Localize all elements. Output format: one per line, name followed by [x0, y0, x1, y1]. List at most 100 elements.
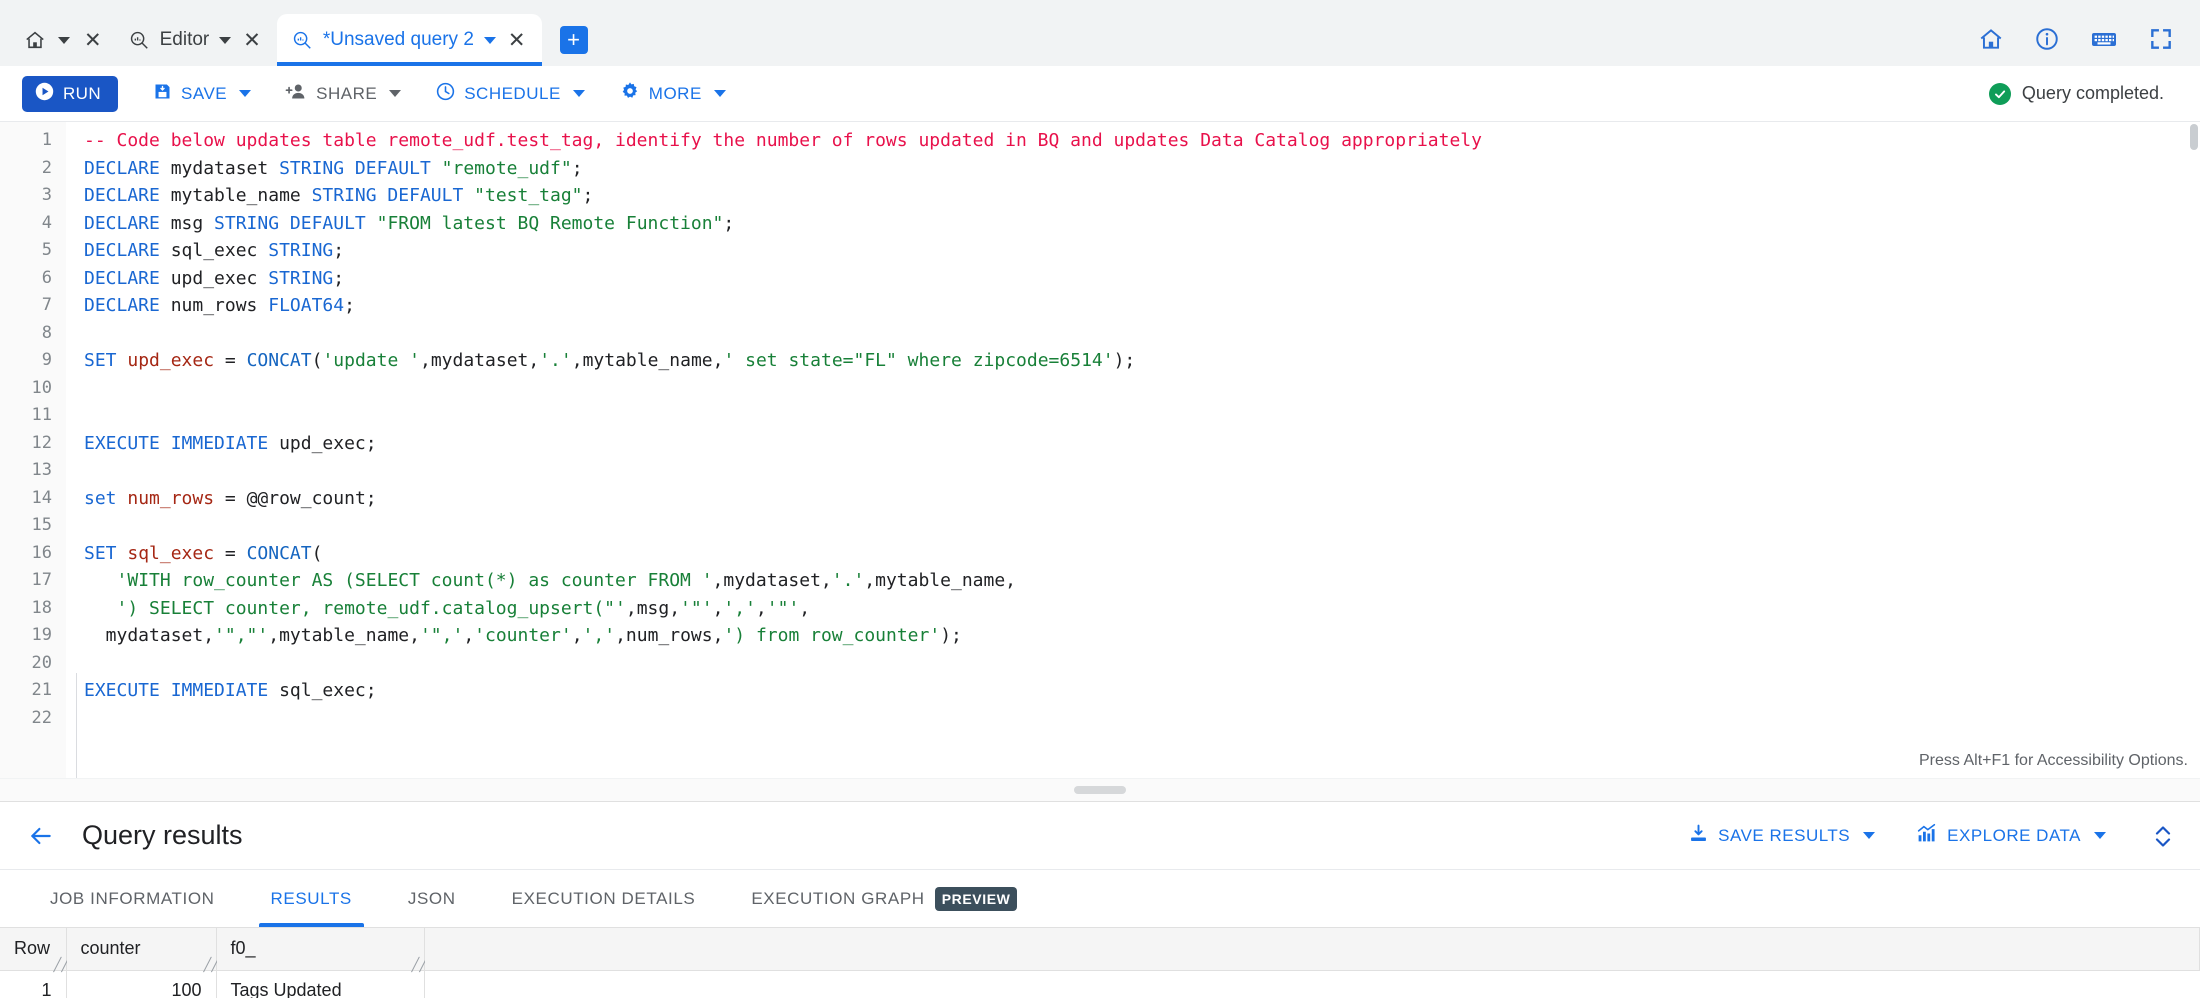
results-header: Query results SAVE RESULTS EXPLORE DATA — [0, 802, 2200, 870]
schedule-caret-icon[interactable] — [572, 90, 585, 97]
tab-results[interactable]: RESULTS — [243, 870, 380, 927]
table-header-row: Row ╱╱ counter ╱╱ f0_ ╱╱ — [0, 928, 2200, 971]
new-tab-button[interactable]: + — [559, 26, 588, 54]
code-line[interactable]: 4 DECLARE msg STRING DEFAULT "FROM latest… — [0, 210, 2200, 238]
save-results-button[interactable]: SAVE RESULTS — [1688, 823, 1876, 849]
tab-home-close[interactable]: ✕ — [82, 30, 104, 51]
table-row[interactable]: 1 100 Tags Updated — [0, 970, 2200, 998]
code-line[interactable]: 6 DECLARE upd_exec STRING; — [0, 265, 2200, 293]
resize-grip[interactable] — [1074, 786, 1126, 794]
line-number: 3 — [41, 185, 52, 205]
more-button[interactable]: MORE — [619, 80, 726, 107]
more-button-label: MORE — [648, 83, 702, 103]
more-caret-icon[interactable] — [713, 90, 726, 97]
column-header-blank[interactable] — [424, 928, 2200, 971]
expand-collapse-icon[interactable] — [2152, 821, 2174, 851]
code-line[interactable]: 11 — [0, 402, 2200, 430]
tab-home[interactable]: ✕ — [14, 14, 114, 66]
tab-unsaved-query-2-close[interactable]: ✕ — [506, 30, 528, 51]
code-line[interactable]: 14 set num_rows = @@row_count; — [0, 485, 2200, 513]
save-button[interactable]: SAVE — [152, 81, 252, 107]
tab-editor-caret[interactable] — [219, 36, 232, 44]
code-line[interactable]: 17 'WITH row_counter AS (SELECT count(*)… — [0, 567, 2200, 595]
line-number: 17 — [31, 570, 52, 590]
column-header-f0-[interactable]: f0_ ╱╱ — [216, 928, 428, 971]
line-number: 10 — [31, 377, 52, 398]
code-line[interactable]: 15 — [0, 512, 2200, 540]
code-line[interactable]: 8 — [0, 320, 2200, 348]
code-line-text: SET sql_exec = CONCAT( — [84, 542, 323, 564]
tab-execution-details[interactable]: EXECUTION DETAILS — [484, 870, 724, 927]
explore-data-button[interactable]: EXPLORE DATA — [1915, 823, 2106, 849]
code-line[interactable]: 20 — [0, 650, 2200, 678]
tab-home-caret[interactable] — [58, 36, 70, 44]
column-header-counter[interactable]: counter ╱╱ — [66, 928, 220, 971]
code-line[interactable]: 3 DECLARE mytable_name STRING DEFAULT "te… — [0, 182, 2200, 210]
tab-unsaved-query-2-label: *Unsaved query 2 — [322, 29, 474, 50]
code-line[interactable]: 18 ') SELECT counter, remote_udf.catalog… — [0, 595, 2200, 623]
info-icon[interactable] — [2034, 26, 2060, 52]
code-line-text: DECLARE msg STRING DEFAULT "FROM latest … — [84, 212, 735, 234]
code-line[interactable]: 13 — [0, 457, 2200, 485]
column-resize-handle[interactable]: ╱╱ — [54, 958, 70, 971]
code-line-text: EXECUTE IMMEDIATE upd_exec; — [84, 432, 377, 454]
code-line[interactable]: 7 DECLARE num_rows FLOAT64; — [0, 292, 2200, 320]
code-line[interactable]: 9 SET upd_exec = CONCAT('update ',mydatas… — [0, 347, 2200, 375]
tab-unsaved-query-2[interactable]: *Unsaved query 2 ✕ — [276, 14, 542, 66]
query-status: Query completed. — [1988, 82, 2178, 105]
home-icon[interactable] — [1978, 26, 2004, 52]
run-button[interactable]: RUN — [22, 75, 119, 112]
panel-resize-divider[interactable] — [0, 778, 2200, 802]
save-results-caret-icon[interactable] — [1863, 832, 1876, 839]
tab-job-information[interactable]: JOB INFORMATION — [22, 870, 243, 927]
home-icon — [24, 29, 46, 51]
save-caret-icon[interactable] — [239, 90, 252, 97]
column-header-row[interactable]: Row ╱╱ — [0, 928, 70, 971]
code-line[interactable]: 16 SET sql_exec = CONCAT( — [0, 540, 2200, 568]
tab-json[interactable]: JSON — [380, 870, 484, 927]
code-line[interactable]: 19 mydataset,'","',mytable_name,'",','co… — [0, 622, 2200, 650]
arrow-left-icon[interactable] — [22, 817, 60, 855]
code-line[interactable]: 12 EXECUTE IMMEDIATE upd_exec; — [0, 430, 2200, 458]
cell-blank — [424, 970, 2200, 998]
save-button-label: SAVE — [181, 83, 228, 103]
tab-editor[interactable]: Editor ✕ — [114, 14, 277, 66]
column-resize-handle[interactable]: ╱╱ — [204, 958, 220, 971]
code-line-text: set num_rows = @@row_count; — [84, 487, 377, 509]
column-resize-handle[interactable]: ╱╱ — [412, 958, 428, 971]
share-caret-icon[interactable] — [389, 90, 402, 97]
explore-data-caret-icon[interactable] — [2094, 832, 2106, 839]
schedule-button-label: SCHEDULE — [464, 83, 561, 103]
download-icon — [1688, 823, 1709, 849]
tab-label: EXECUTION DETAILS — [511, 888, 696, 908]
editor-code-area[interactable]: 1 -- Code below updates table remote_udf.… — [0, 122, 2200, 778]
code-fold-guide — [76, 673, 77, 778]
save-results-label: SAVE RESULTS — [1718, 825, 1851, 845]
share-button[interactable]: SHARE — [285, 81, 402, 107]
tab-unsaved-query-2-caret[interactable] — [483, 36, 496, 44]
code-line[interactable]: 1 -- Code below updates table remote_udf.… — [0, 127, 2200, 155]
clock-icon — [435, 81, 456, 107]
code-line[interactable]: 2 DECLARE mydataset STRING DEFAULT "remot… — [0, 155, 2200, 183]
save-icon — [152, 81, 173, 107]
line-number: 1 — [41, 130, 52, 150]
code-line[interactable]: 5 DECLARE sql_exec STRING; — [0, 237, 2200, 265]
tab-editor-close[interactable]: ✕ — [241, 30, 263, 51]
tab-label: JSON — [407, 888, 456, 908]
code-line[interactable]: 10 — [0, 375, 2200, 403]
play-icon — [35, 82, 54, 106]
code-line[interactable]: 22 — [0, 705, 2200, 733]
tab-execution-graph[interactable]: EXECUTION GRAPH PREVIEW — [723, 870, 1045, 927]
line-number: 19 — [31, 625, 52, 645]
code-line-text: -- Code below updates table remote_udf.t… — [84, 130, 1482, 151]
code-line-text: mydataset,'","',mytable_name,'",','count… — [84, 625, 962, 646]
sql-editor[interactable]: 1 -- Code below updates table remote_udf.… — [0, 122, 2200, 778]
code-line[interactable]: 21 EXECUTE IMMEDIATE sql_exec; — [0, 677, 2200, 705]
line-number: 20 — [31, 652, 52, 673]
tab-label: JOB INFORMATION — [50, 888, 215, 908]
keyboard-icon[interactable] — [2090, 26, 2118, 52]
run-button-label: RUN — [63, 83, 102, 103]
fullscreen-icon[interactable] — [2148, 26, 2174, 52]
schedule-button[interactable]: SCHEDULE — [435, 81, 585, 107]
line-number: 2 — [41, 157, 52, 178]
